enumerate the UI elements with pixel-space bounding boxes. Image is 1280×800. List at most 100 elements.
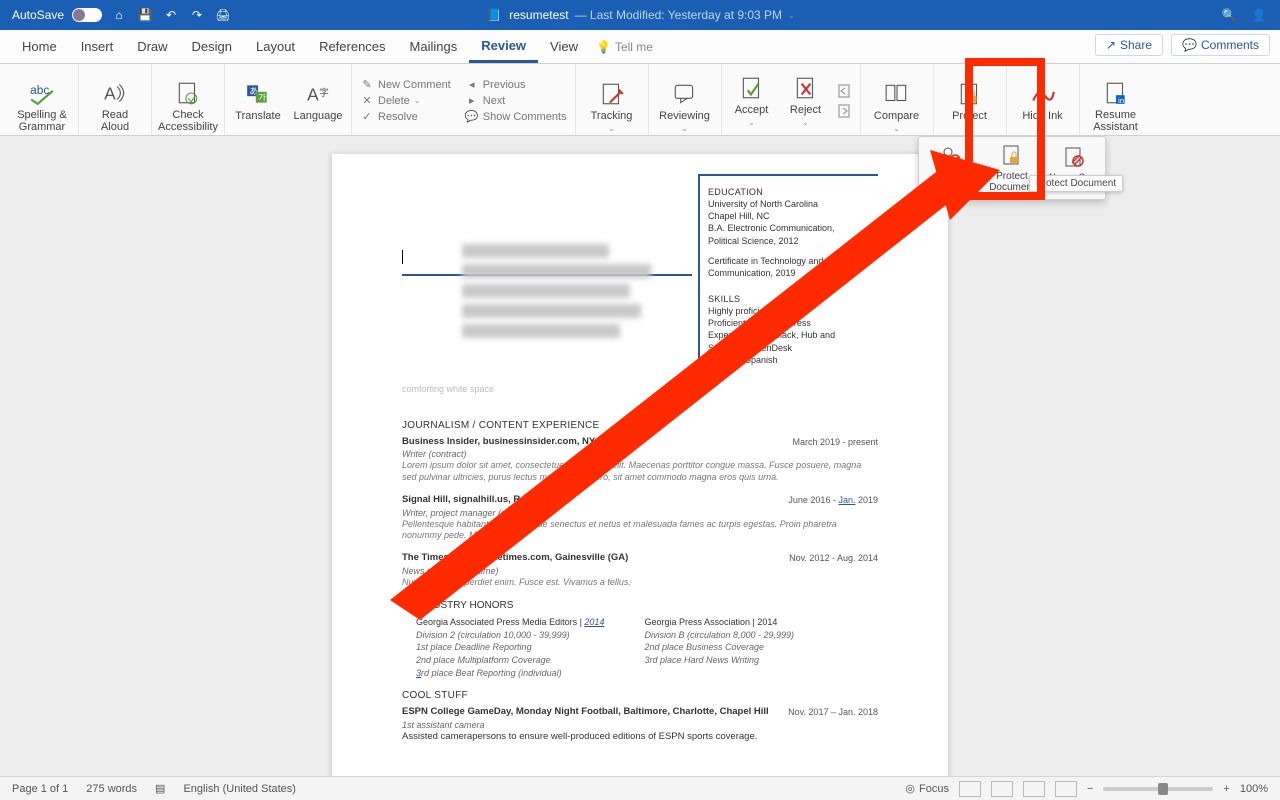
tooltip: Protect Document	[1029, 175, 1123, 192]
spellcheck-status-icon[interactable]: ▤	[155, 782, 165, 795]
protect-dropdown: Block Authors Protect Document Protect D…	[918, 136, 1106, 200]
resume-sidebar: EDUCATION University of North Carolina C…	[698, 174, 878, 372]
protect-icon	[956, 80, 984, 108]
block-authors-option[interactable]: Block Authors	[919, 137, 981, 199]
tab-design[interactable]: Design	[180, 32, 244, 61]
previous-comment-button[interactable]: ◂Previous	[465, 78, 567, 92]
page: EDUCATION University of North Carolina C…	[332, 154, 948, 776]
svg-text:A: A	[307, 84, 319, 104]
tracking-icon	[598, 80, 626, 108]
undo-icon[interactable]: ↶	[162, 6, 180, 24]
comments-button[interactable]: 💬Comments	[1171, 34, 1270, 56]
modified-label: — Last Modified: Yesterday at 9:03 PM	[575, 8, 782, 22]
check-accessibility-button[interactable]: Check Accessibility	[160, 79, 216, 133]
next-comment-button[interactable]: ▸Next	[465, 94, 567, 108]
read-aloud-button[interactable]: ARead Aloud	[87, 79, 143, 133]
share-button[interactable]: ↗Share	[1095, 34, 1163, 56]
account-icon[interactable]: 👤	[1250, 6, 1268, 24]
search-icon[interactable]: 🔍	[1220, 6, 1238, 24]
show-comments-button[interactable]: 💬Show Comments	[465, 110, 567, 124]
hide-ink-icon	[1029, 80, 1057, 108]
next-icon: ▸	[465, 94, 479, 108]
tab-mailings[interactable]: Mailings	[398, 32, 470, 61]
language-button[interactable]: A字Language	[293, 80, 343, 122]
view-web-icon[interactable]	[991, 781, 1013, 797]
resolve-button[interactable]: ✓Resolve	[360, 110, 451, 124]
svg-text:in: in	[1118, 96, 1124, 105]
reviewing-button[interactable]: Reviewing⌄	[657, 80, 713, 133]
previous-icon: ◂	[465, 78, 479, 92]
hide-ink-button[interactable]: Hide Ink⌄	[1015, 80, 1071, 133]
view-print-icon[interactable]	[959, 781, 981, 797]
skills-heading: SKILLS	[708, 293, 878, 305]
comment-icon: 💬	[1182, 38, 1197, 52]
share-icon: ↗	[1106, 38, 1116, 52]
zoom-in[interactable]: +	[1223, 783, 1229, 795]
page-indicator[interactable]: Page 1 of 1	[12, 783, 68, 795]
new-comment-button[interactable]: ✎New Comment	[360, 78, 451, 92]
home-icon[interactable]: ⌂	[110, 6, 128, 24]
tab-references[interactable]: References	[307, 32, 397, 61]
protect-document-option[interactable]: Protect Document Protect Document	[981, 137, 1043, 199]
status-bar: Page 1 of 1 275 words ▤ English (United …	[0, 776, 1280, 800]
tab-review[interactable]: Review	[469, 31, 538, 63]
document-canvas[interactable]: EDUCATION University of North Carolina C…	[0, 136, 1280, 776]
document-title[interactable]: resumetest	[509, 8, 568, 22]
ribbon-tabs: Home Insert Draw Design Layout Reference…	[0, 30, 1280, 64]
zoom-slider[interactable]	[1103, 787, 1213, 791]
tab-layout[interactable]: Layout	[244, 32, 307, 61]
resume-assistant-button[interactable]: inResume Assistant	[1088, 79, 1144, 133]
protect-button[interactable]: Protect⌄	[942, 80, 998, 133]
linkedin-icon: in	[1102, 79, 1130, 107]
chevron-down-icon[interactable]: ⌄	[788, 11, 795, 20]
word-count[interactable]: 275 words	[86, 783, 137, 795]
spelling-icon: abc	[28, 79, 56, 107]
new-comment-icon: ✎	[360, 78, 374, 92]
autosave-toggle[interactable]	[72, 8, 102, 22]
delete-icon: ✕	[360, 94, 374, 108]
jan-link[interactable]: Jan.	[838, 495, 855, 505]
view-outline-icon[interactable]	[1023, 781, 1045, 797]
resolve-icon: ✓	[360, 110, 374, 124]
print-icon[interactable]: 🖨	[214, 6, 232, 24]
word-file-icon: 📘	[485, 6, 503, 24]
titlebar: AutoSave ⌂ 💾 ↶ ↷ 🖨 📘 resumetest — Last M…	[0, 0, 1280, 30]
compare-icon	[883, 80, 911, 108]
block-authors-icon	[935, 143, 965, 169]
show-comments-icon: 💬	[465, 110, 479, 124]
tell-me[interactable]: 💡Tell me	[596, 40, 653, 54]
redo-icon[interactable]: ↷	[188, 6, 206, 24]
spelling-button[interactable]: abcSpelling & Grammar	[14, 79, 70, 133]
tab-draw[interactable]: Draw	[125, 32, 179, 61]
reject-button[interactable]: Reject⌄	[784, 74, 828, 127]
year-link[interactable]: 2014	[584, 617, 604, 627]
delete-comment-button[interactable]: ✕Delete⌄	[360, 94, 451, 108]
tab-home[interactable]: Home	[10, 32, 69, 61]
redacted-name-block	[462, 244, 672, 364]
tracking-button[interactable]: Tracking⌄	[584, 80, 640, 133]
caption-text: comforting white space	[402, 384, 494, 394]
tab-view[interactable]: View	[538, 32, 590, 61]
focus-mode[interactable]: ◎Focus	[905, 782, 949, 795]
next-change-icon[interactable]	[838, 104, 852, 118]
accept-button[interactable]: Accept⌄	[730, 74, 774, 127]
reject-icon	[792, 74, 820, 102]
svg-text:字: 字	[319, 86, 329, 99]
translate-button[interactable]: あ가Translate	[233, 80, 283, 122]
save-icon[interactable]: 💾	[136, 6, 154, 24]
zoom-value[interactable]: 100%	[1240, 783, 1268, 795]
text-cursor	[402, 250, 403, 264]
read-aloud-icon: A	[101, 79, 129, 107]
compare-button[interactable]: Compare⌄	[869, 80, 925, 133]
accessibility-icon	[174, 79, 202, 107]
translate-icon: あ가	[244, 80, 272, 108]
prev-change-icon[interactable]	[838, 84, 852, 98]
view-draft-icon[interactable]	[1055, 781, 1077, 797]
svg-text:가: 가	[258, 92, 266, 102]
reviewing-icon	[671, 80, 699, 108]
language-status[interactable]: English (United States)	[183, 783, 296, 795]
zoom-out[interactable]: −	[1087, 783, 1093, 795]
read-only-icon	[1059, 144, 1089, 170]
protect-document-icon	[997, 143, 1027, 169]
tab-insert[interactable]: Insert	[69, 32, 126, 61]
